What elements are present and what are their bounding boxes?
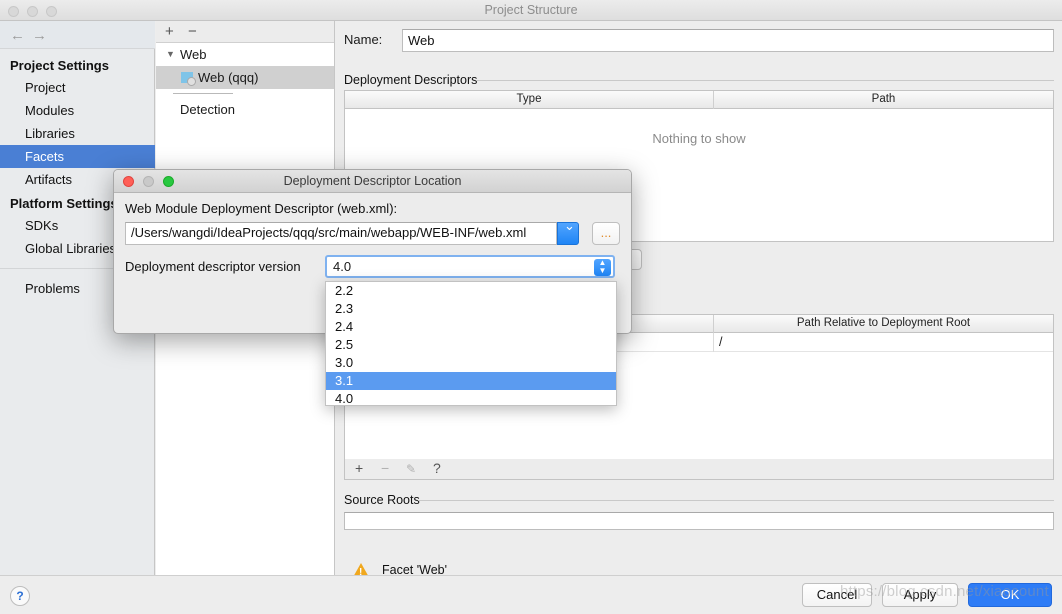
tree-row-web-qqq[interactable]: Web (qqq) — [156, 66, 334, 89]
tree-label-web-qqq: Web (qqq) — [198, 70, 259, 85]
help-button[interactable]: ? — [10, 586, 30, 606]
facet-name-label: Name: — [344, 32, 383, 47]
deployment-descriptors-group-label: Deployment Descriptors — [344, 73, 484, 87]
add-facet-icon[interactable]: + — [165, 23, 174, 40]
remove-facet-icon[interactable]: − — [188, 23, 197, 40]
dialog-title: Deployment Descriptor Location — [283, 174, 462, 188]
sidebar-item-modules[interactable]: Modules — [0, 99, 155, 122]
forward-arrow-icon[interactable]: → — [32, 27, 47, 44]
watermark: https://blog.csdn.net/xiaocount — [840, 583, 1049, 600]
version-dropdown-list[interactable]: 2.2 2.3 2.4 2.5 3.0 3.1 4.0 — [325, 281, 617, 406]
cell-divider — [713, 333, 714, 352]
window-title: Project Structure — [484, 3, 578, 17]
descriptor-path-input[interactable]: /Users/wangdi/IdeaProjects/qqq/src/main/… — [125, 222, 557, 245]
version-stepper-icon[interactable]: ▲ ▼ — [594, 259, 611, 276]
web-facet-icon — [181, 72, 196, 86]
dropdown-option-2-4[interactable]: 2.4 — [326, 318, 616, 336]
cell-relative-path: / — [719, 335, 723, 349]
tree-row-detection[interactable]: Detection — [156, 98, 334, 121]
sidebar-item-libraries[interactable]: Libraries — [0, 122, 155, 145]
dropdown-option-2-3[interactable]: 2.3 — [326, 300, 616, 318]
back-arrow-icon[interactable]: ← — [10, 27, 25, 44]
dialog-titlebar: Deployment Descriptor Location — [114, 170, 631, 193]
sidebar-section-project-settings: Project Settings — [10, 58, 109, 73]
remove-resource-icon: − — [381, 460, 390, 476]
deployment-descriptors-empty-message: Nothing to show — [652, 131, 746, 146]
source-roots-group-label: Source Roots — [344, 493, 426, 507]
descriptor-path-chevron-down-icon[interactable] — [557, 218, 579, 245]
facet-name-input[interactable]: Web — [402, 29, 1054, 52]
sidebar-item-facets[interactable]: Facets — [0, 145, 155, 168]
dropdown-option-2-5[interactable]: 2.5 — [326, 336, 616, 354]
column-header-type[interactable]: Type — [345, 93, 713, 105]
version-label: Deployment descriptor version — [125, 259, 301, 274]
version-selected-value: 4.0 — [333, 259, 352, 274]
add-resource-icon[interactable]: + — [355, 460, 363, 476]
dropdown-option-2-2[interactable]: 2.2 — [326, 282, 616, 300]
facets-tree-toolbar: + − — [156, 21, 334, 43]
edit-resource-pencil-icon: ✎ — [406, 462, 417, 476]
version-combobox[interactable]: 4.0 ▲ ▼ — [325, 255, 615, 278]
facet-name-row: Name: Web — [344, 29, 1054, 52]
dropdown-option-3-1[interactable]: 3.1 — [326, 372, 616, 390]
sidebar-nav-bar: ← → — [0, 21, 155, 49]
tree-label-detection: Detection — [180, 102, 235, 117]
column-header-path[interactable]: Path — [714, 93, 1053, 105]
resource-help-icon[interactable]: ? — [433, 460, 441, 476]
source-roots-group-line — [418, 500, 1054, 501]
dropdown-option-3-0[interactable]: 3.0 — [326, 354, 616, 372]
source-roots-field[interactable] — [344, 512, 1054, 530]
column-header-relative-path[interactable]: Path Relative to Deployment Root — [714, 317, 1053, 329]
browse-button[interactable]: ... — [592, 222, 620, 245]
dropdown-option-4-0[interactable]: 4.0 — [326, 390, 616, 408]
tree-row-web-group[interactable]: ▼ Web — [156, 43, 334, 66]
tree-divider — [173, 93, 233, 94]
sidebar-item-project[interactable]: Project — [0, 76, 155, 99]
deployment-descriptors-group-line — [476, 80, 1054, 81]
tree-label-web: Web — [180, 47, 207, 62]
web-resources-toolbar: + − ✎ ? — [344, 459, 1054, 480]
project-structure-window: Project Structure ← → Project Settings P… — [0, 0, 1062, 614]
descriptor-path-label: Web Module Deployment Descriptor (web.xm… — [125, 201, 398, 216]
deployment-descriptors-header: Type Path — [345, 91, 1053, 109]
chevron-down-icon[interactable]: ▼ — [166, 43, 175, 66]
